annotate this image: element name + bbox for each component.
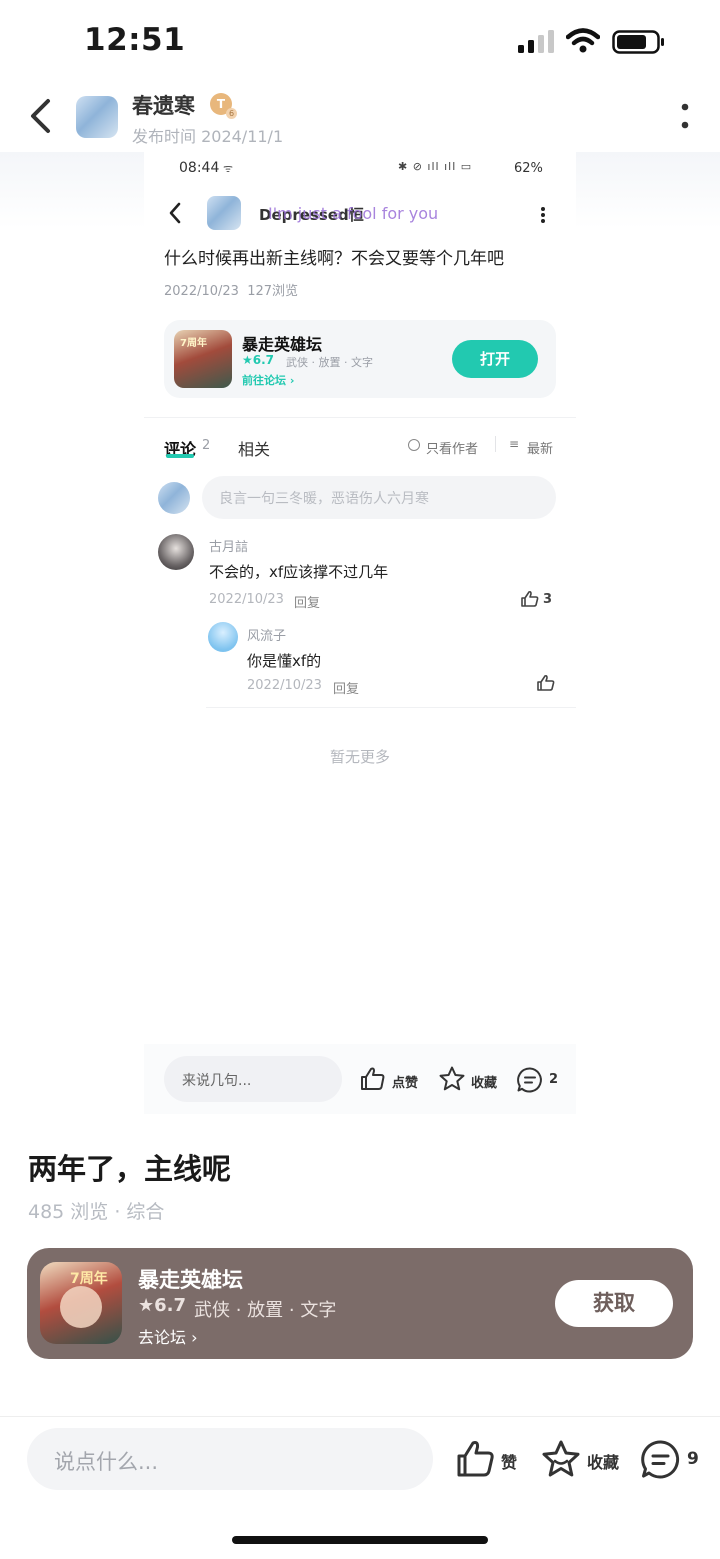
more-icon[interactable] xyxy=(678,102,692,132)
inner-reply-like-icon xyxy=(537,674,555,691)
inner-comment-input: 良言一句三冬暖，恶语伤人六月寒 xyxy=(202,476,556,519)
comment-count[interactable]: 9 xyxy=(687,1449,699,1469)
inner-author-avatar xyxy=(207,196,241,230)
inner-overlay-text: I'm just a fool for you xyxy=(268,204,439,223)
author-avatar[interactable] xyxy=(76,96,118,138)
inner-comment-avatar xyxy=(158,534,194,570)
game-icon-face xyxy=(60,1286,102,1328)
status-bar: 12:51 xyxy=(0,0,720,80)
inner-tab-related: 相关 xyxy=(238,440,271,459)
inner-open-button: 打开 xyxy=(452,340,538,378)
inner-game-name: 暴走英雄坛 xyxy=(242,335,323,354)
inner-status-icons: ✱ ⊘ ıll ıll ▭ xyxy=(398,160,473,173)
inner-comment-text: 不会的，xf应该撑不过几年 xyxy=(209,563,389,581)
inner-bottom-input: 来说几句... xyxy=(164,1056,342,1102)
post-title: 两年了，主线呢 xyxy=(28,1152,232,1186)
status-time: 12:51 xyxy=(84,22,186,58)
game-rating: ★6.7 xyxy=(138,1295,187,1316)
inner-game-icon-text: 7周年 xyxy=(180,338,207,349)
like-label[interactable]: 赞 xyxy=(501,1449,517,1473)
inner-reply-divider xyxy=(206,707,576,708)
game-name[interactable]: 暴走英雄坛 xyxy=(138,1264,243,1294)
inner-reply-user: 风流子 xyxy=(247,629,287,644)
comment-icon[interactable] xyxy=(640,1439,682,1481)
get-button-label: 获取 xyxy=(593,1291,635,1315)
back-icon[interactable] xyxy=(28,98,52,134)
inner-post-meta: 2022/10/23 127浏览 xyxy=(164,284,299,299)
inner-filter-divider xyxy=(495,436,496,452)
inner-game-icon: 7周年 xyxy=(174,330,232,388)
inner-author-only-label: 只看作者 xyxy=(426,442,479,457)
inner-bottom-placeholder: 来说几句... xyxy=(182,1073,252,1089)
game-forum-link[interactable]: 去论坛 › xyxy=(138,1324,198,1348)
level-badge-letter: T xyxy=(216,97,226,111)
inner-more-icon xyxy=(541,207,545,223)
inner-forum-link: 前往论坛 › xyxy=(242,374,295,387)
inner-game-tags: 武侠 · 放置 · 文字 xyxy=(286,356,373,369)
inner-post-text: 什么时候再出新主线啊？不会又要等个几年吧 xyxy=(164,249,504,269)
inner-my-avatar xyxy=(158,482,190,514)
inner-back-icon xyxy=(169,202,181,224)
inner-reply-date: 2022/10/23 xyxy=(247,678,322,693)
game-icon[interactable]: 7周年 xyxy=(40,1262,122,1344)
favorite-label[interactable]: 收藏 xyxy=(587,1449,619,1473)
inner-comment-date: 2022/10/23 xyxy=(209,592,284,607)
post-header: 春遗寒 T 6 发布时间 2024/11/1 xyxy=(0,82,720,152)
inner-open-label: 打开 xyxy=(479,350,510,368)
inner-comment-likes: 3 xyxy=(543,592,553,607)
inner-tab-comments-count: 2 xyxy=(202,438,211,453)
inner-comment-placeholder: 良言一句三冬暖，恶语伤人六月寒 xyxy=(219,491,429,507)
level-badge-number: 6 xyxy=(226,108,237,119)
inner-reply-reply: 回复 xyxy=(333,682,360,697)
inner-game-rating: ★6.7 xyxy=(242,353,275,367)
home-indicator[interactable] xyxy=(232,1536,488,1544)
inner-no-more: 暂无更多 xyxy=(329,748,390,766)
inner-reply-avatar xyxy=(208,622,238,652)
inner-sort-icon: ≡ xyxy=(509,437,520,451)
inner-divider xyxy=(144,417,576,418)
inner-author-only-radio xyxy=(408,439,420,451)
author-name[interactable]: 春遗寒 xyxy=(132,90,195,120)
inner-comment-like-icon xyxy=(521,590,539,607)
inner-battery: 62% xyxy=(514,161,543,176)
inner-wifi-icon: ᯤ xyxy=(223,162,234,175)
comment-input-placeholder: 说点什么... xyxy=(54,1450,159,1474)
like-icon[interactable] xyxy=(456,1439,496,1479)
post-image[interactable]: 08:44 ᯤ ✱ ⊘ ıll ıll ▭ 62% Depressed恒 I'm… xyxy=(0,152,720,1114)
inner-bottom-comment-icon xyxy=(517,1067,542,1093)
inner-bottom-star-icon xyxy=(439,1066,465,1091)
inner-sort-latest: 最新 xyxy=(527,442,554,457)
inner-bottom-like-icon xyxy=(361,1067,385,1090)
favorite-star-icon[interactable] xyxy=(540,1439,582,1479)
inner-game-card: 7周年 暴走英雄坛 ★6.7 武侠 · 放置 · 文字 前往论坛 › 打开 xyxy=(164,320,556,398)
publish-time: 发布时间 2024/11/1 xyxy=(132,127,284,146)
inner-comment-reply: 回复 xyxy=(294,596,321,611)
inner-bottom-bar: 来说几句... 点赞 收藏 2 xyxy=(144,1044,576,1114)
inner-bottom-comment-count: 2 xyxy=(549,1072,559,1087)
inner-reply-text: 你是懂xf的 xyxy=(247,652,322,670)
signal-icon xyxy=(518,30,554,53)
post-meta: 485 浏览 · 综合 xyxy=(28,1201,165,1223)
inner-tab-indicator xyxy=(166,454,194,458)
inner-bottom-like: 点赞 xyxy=(392,1076,419,1091)
battery-icon xyxy=(612,30,664,54)
inner-status-time: 08:44 xyxy=(179,160,220,176)
get-button[interactable]: 获取 xyxy=(555,1280,673,1327)
comment-input[interactable]: 说点什么... xyxy=(27,1428,433,1490)
game-icon-text: 7周年 xyxy=(70,1271,108,1287)
inner-comment-user: 古月誩 xyxy=(209,540,249,555)
inner-bottom-favorite: 收藏 xyxy=(471,1076,498,1091)
game-card[interactable]: 7周年 暴走英雄坛 ★6.7 武侠 · 放置 · 文字 去论坛 › 获取 xyxy=(27,1248,693,1359)
screenshot-content: 08:44 ᯤ ✱ ⊘ ıll ıll ▭ 62% Depressed恒 I'm… xyxy=(144,152,576,1114)
wifi-icon xyxy=(566,28,600,53)
game-tags: 武侠 · 放置 · 文字 xyxy=(194,1300,337,1321)
